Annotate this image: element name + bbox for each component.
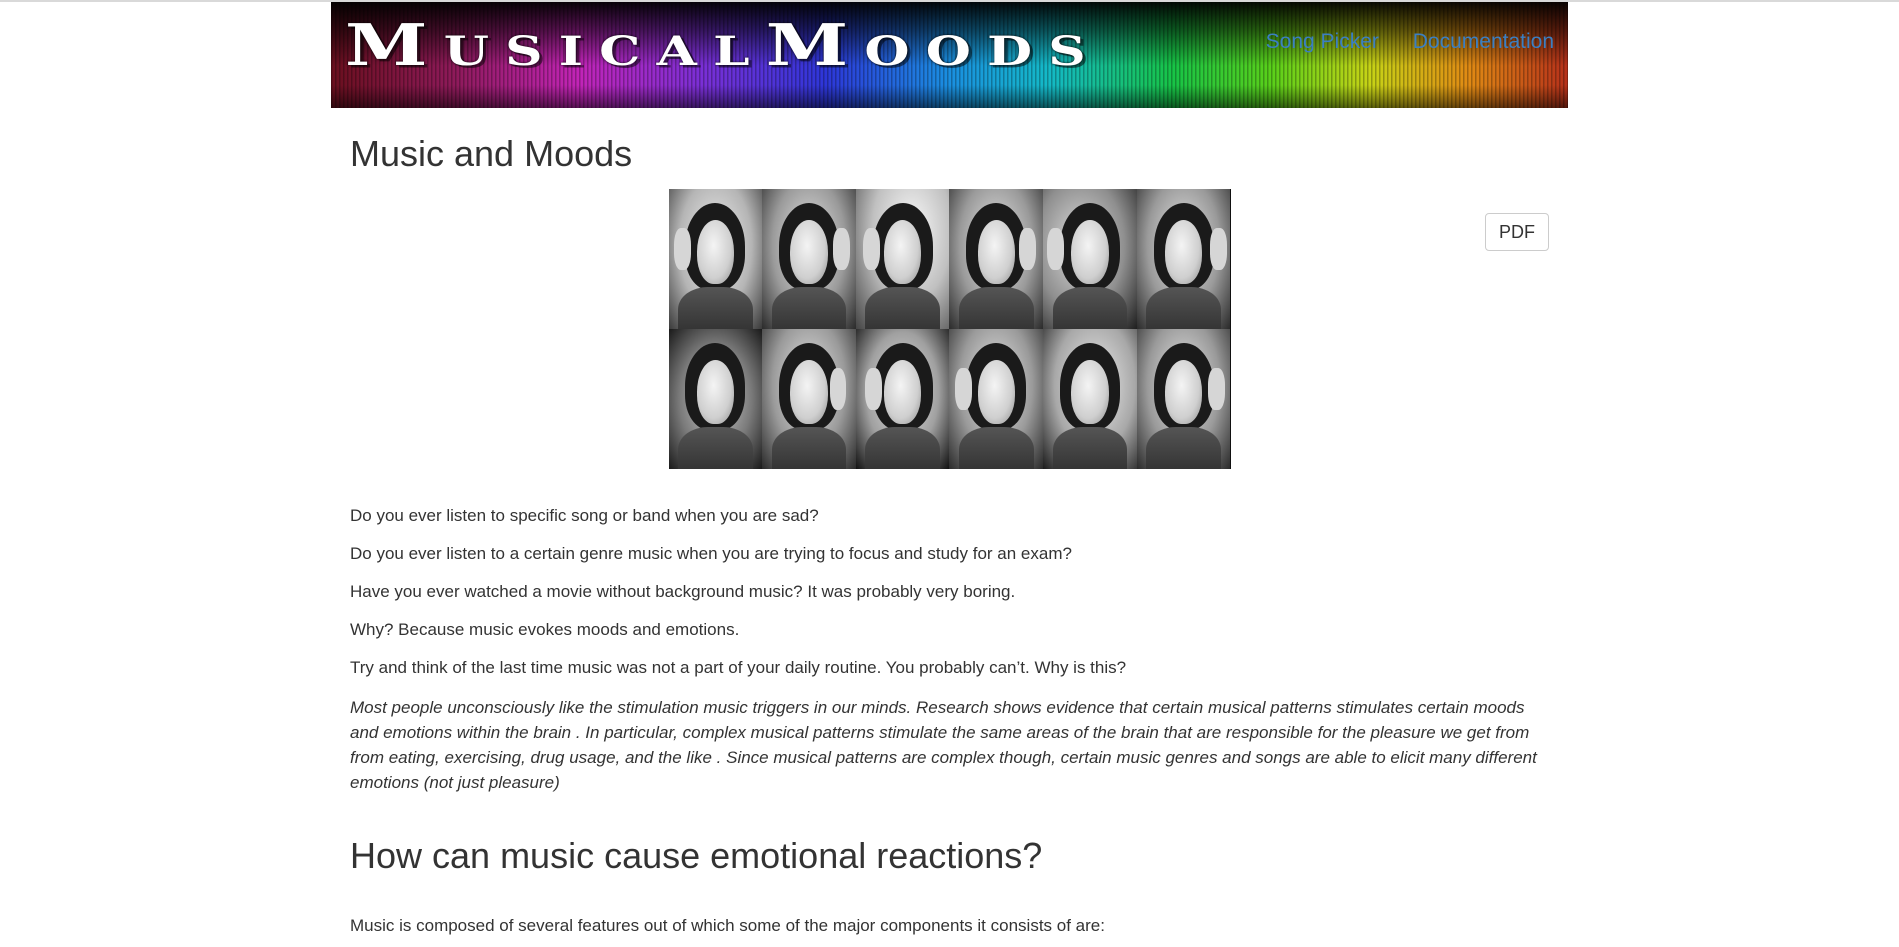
- paragraph: Why? Because music evokes moods and emot…: [350, 620, 740, 639]
- italic-paragraph: Most people unconsciously like the stimu…: [350, 698, 1537, 792]
- paragraph: Try and think of the last time music was…: [350, 658, 1127, 677]
- portrait-photo: [762, 189, 856, 329]
- portrait-photo: [1136, 189, 1231, 329]
- section-intro: Music is composed of several features ou…: [350, 916, 1105, 935]
- portrait-photo: [855, 189, 950, 329]
- portrait-photo: [1136, 329, 1231, 469]
- paragraph: Do you ever listen to specific song or b…: [350, 506, 819, 525]
- pdf-button[interactable]: PDF: [1485, 213, 1549, 251]
- portrait-photo: [949, 329, 1044, 469]
- mood-photo-collage: [668, 189, 1231, 469]
- portrait-photo: [1043, 329, 1137, 469]
- top-nav: Song Picker Documentation: [1238, 30, 1554, 54]
- portrait-photo: [762, 329, 856, 469]
- paragraph: Do you ever listen to a certain genre mu…: [350, 544, 1072, 563]
- portrait-photo: [949, 189, 1044, 329]
- portrait-photo: [668, 329, 763, 469]
- section-heading: How can music cause emotional reactions?: [350, 835, 1043, 876]
- site-logo[interactable]: MusicalMoods: [345, 16, 1102, 74]
- portrait-photo: [668, 189, 763, 329]
- nav-link-documentation[interactable]: Documentation: [1413, 30, 1554, 53]
- page-container: MusicalMoods Song Picker Documentation M…: [331, 2, 1568, 936]
- page-title: Music and Moods: [350, 133, 633, 174]
- portrait-photo: [1043, 189, 1137, 329]
- nav-link-song-picker[interactable]: Song Picker: [1266, 30, 1379, 53]
- main-content: Music and Moods PDF Do you ever listen t…: [331, 134, 1568, 936]
- paragraph: Have you ever watched a movie without ba…: [350, 582, 1016, 601]
- article-body: Do you ever listen to specific song or b…: [350, 505, 1549, 795]
- header-banner: MusicalMoods Song Picker Documentation: [331, 2, 1568, 108]
- portrait-photo: [855, 329, 950, 469]
